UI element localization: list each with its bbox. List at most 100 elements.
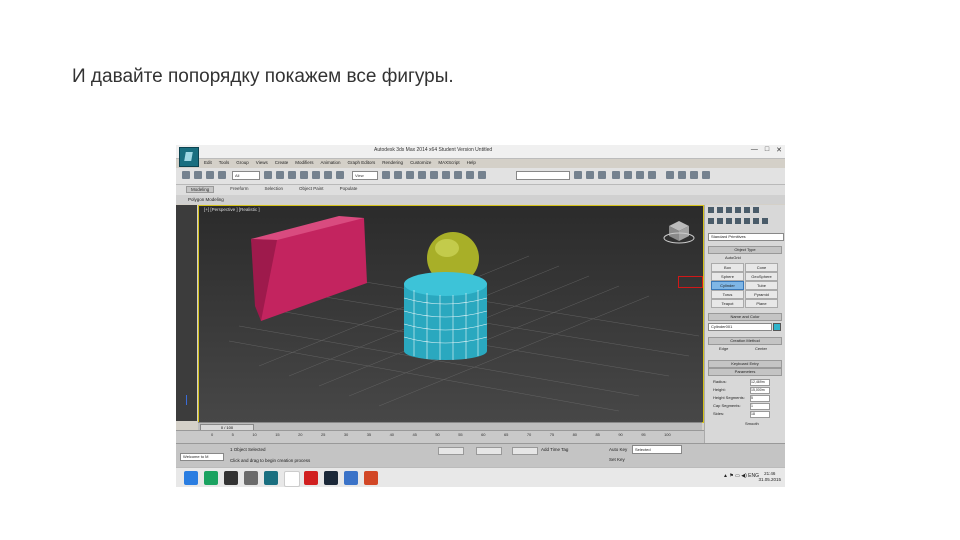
camera-app-icon[interactable]	[244, 471, 258, 485]
motion-tab-icon[interactable]	[735, 207, 741, 213]
lights-icon[interactable]	[726, 218, 732, 224]
object-color-swatch[interactable]	[773, 323, 781, 331]
radio-edge[interactable]: Edge	[719, 346, 728, 351]
radio-center[interactable]: Center	[755, 346, 767, 351]
pivot-icon[interactable]	[382, 171, 390, 179]
mirror-icon[interactable]	[574, 171, 582, 179]
cameras-icon[interactable]	[735, 218, 741, 224]
undo-icon[interactable]	[182, 171, 190, 179]
teapot-button[interactable]: Teapot	[711, 299, 744, 308]
scale-icon[interactable]	[336, 171, 344, 179]
cylinder-button[interactable]: Cylinder	[711, 281, 744, 290]
steam-icon[interactable]	[324, 471, 338, 485]
select-object-icon[interactable]	[264, 171, 272, 179]
rendered-frame-icon[interactable]	[678, 171, 686, 179]
sphere-button[interactable]: Sphere	[711, 272, 744, 281]
named-selection-sets-dropdown[interactable]	[516, 171, 570, 180]
angle-snap-icon[interactable]	[430, 171, 438, 179]
track-bar[interactable]: 0 5 10 15 20 25 30 35 40 45 50 55 60 65 …	[176, 430, 704, 444]
menu-help[interactable]: Help	[467, 160, 476, 165]
name-color-rollout[interactable]: Name and Color	[708, 313, 782, 321]
menu-views[interactable]: Views	[256, 160, 268, 165]
hierarchy-tab-icon[interactable]	[726, 207, 732, 213]
autogrid-checkbox[interactable]: AutoGrid	[725, 255, 741, 260]
display-tab-icon[interactable]	[744, 207, 750, 213]
primitive-category-dropdown[interactable]: Standard Primitives	[708, 233, 784, 241]
redo-icon[interactable]	[194, 171, 202, 179]
helpers-icon[interactable]	[744, 218, 750, 224]
keyboard-shortcut-icon[interactable]	[406, 171, 414, 179]
powerpoint-icon[interactable]	[364, 471, 378, 485]
utilities-tab-icon[interactable]	[753, 207, 759, 213]
auto-key-button[interactable]: Auto Key	[609, 447, 627, 452]
3dsmax-taskbar-icon[interactable]	[264, 471, 278, 485]
param-radius-input[interactable]: 12,469m	[750, 379, 770, 386]
material-editor-icon[interactable]	[648, 171, 656, 179]
shapes-icon[interactable]	[717, 218, 723, 224]
move-icon[interactable]	[312, 171, 320, 179]
render-production-icon[interactable]	[690, 171, 698, 179]
modify-tab-icon[interactable]	[717, 207, 723, 213]
param-cap-segments-input[interactable]: 1	[750, 403, 770, 410]
render-iterative-icon[interactable]	[702, 171, 710, 179]
plane-button[interactable]: Plane	[745, 299, 778, 308]
menu-rendering[interactable]: Rendering	[382, 160, 403, 165]
tab-freeform[interactable]: Freeform	[230, 186, 248, 193]
set-key-button[interactable]: Set Key	[609, 457, 625, 462]
creation-method-rollout[interactable]: Creation Method	[708, 337, 782, 345]
menu-create[interactable]: Create	[275, 160, 289, 165]
pyramid-button[interactable]: Pyramid	[745, 290, 778, 299]
select-by-name-icon[interactable]	[276, 171, 284, 179]
menu-modifiers[interactable]: Modifiers	[295, 160, 313, 165]
tab-selection[interactable]: Selection	[265, 186, 284, 193]
app-logo-icon[interactable]	[179, 147, 199, 167]
cone-button[interactable]: Cone	[745, 263, 778, 272]
create-tab-icon[interactable]	[708, 207, 714, 213]
close-button[interactable]: ✕	[776, 146, 782, 154]
window-crossing-icon[interactable]	[300, 171, 308, 179]
menu-group[interactable]: Group	[236, 160, 249, 165]
edit-named-selection-icon[interactable]	[466, 171, 474, 179]
rotate-icon[interactable]	[324, 171, 332, 179]
geometry-icon[interactable]	[708, 218, 714, 224]
render-setup-icon[interactable]	[666, 171, 674, 179]
geosphere-button[interactable]: GeoSphere	[745, 272, 778, 281]
add-time-tag-button[interactable]: Add Time Tag	[541, 447, 568, 452]
explorer-icon[interactable]	[284, 471, 300, 487]
maxscript-listener-field[interactable]: Welcome to M	[180, 453, 224, 461]
unlink-icon[interactable]	[218, 171, 226, 179]
reference-coordinate-dropdown[interactable]: View	[352, 171, 378, 180]
key-filter-dropdown[interactable]: Selected	[632, 445, 682, 454]
graphite-toggle-icon[interactable]	[612, 171, 620, 179]
smooth-checkbox[interactable]: Smooth	[745, 421, 759, 426]
tab-populate[interactable]: Populate	[340, 186, 358, 193]
box-button[interactable]: Box	[711, 263, 744, 272]
menu-tools[interactable]: Tools	[219, 160, 230, 165]
align-icon[interactable]	[586, 171, 594, 179]
store-icon[interactable]	[204, 471, 218, 485]
yandex-browser-icon[interactable]	[304, 471, 318, 485]
link-icon[interactable]	[206, 171, 214, 179]
keyboard-entry-rollout[interactable]: Keyboard Entry	[708, 360, 782, 368]
systems-icon[interactable]	[762, 218, 768, 224]
layer-manager-icon[interactable]	[598, 171, 606, 179]
coord-x-field[interactable]	[438, 447, 464, 455]
schematic-view-icon[interactable]	[636, 171, 644, 179]
menu-animation[interactable]: Animation	[321, 160, 341, 165]
selection-filter-dropdown[interactable]: All	[232, 171, 260, 180]
param-sides-input[interactable]: 18	[750, 411, 770, 418]
named-selection-dropdown-icon[interactable]	[478, 171, 486, 179]
parameters-rollout[interactable]: Parameters	[708, 368, 782, 376]
media-player-icon[interactable]	[224, 471, 238, 485]
torus-button[interactable]: Torus	[711, 290, 744, 299]
tab-object-paint[interactable]: Object Paint	[299, 186, 324, 193]
menu-graph-editors[interactable]: Graph Editors	[348, 160, 376, 165]
taskbar-clock[interactable]: 21:46 31.05.2015	[758, 471, 781, 483]
menu-maxscript[interactable]: MAXScript	[438, 160, 459, 165]
percent-snap-icon[interactable]	[442, 171, 450, 179]
tube-button[interactable]: Tube	[745, 281, 778, 290]
object-type-rollout[interactable]: Object Type	[708, 246, 782, 254]
coord-z-field[interactable]	[512, 447, 538, 455]
curve-editor-icon[interactable]	[624, 171, 632, 179]
system-tray[interactable]: ▲ ⚑ ▭ ◀) ENG	[723, 473, 759, 479]
